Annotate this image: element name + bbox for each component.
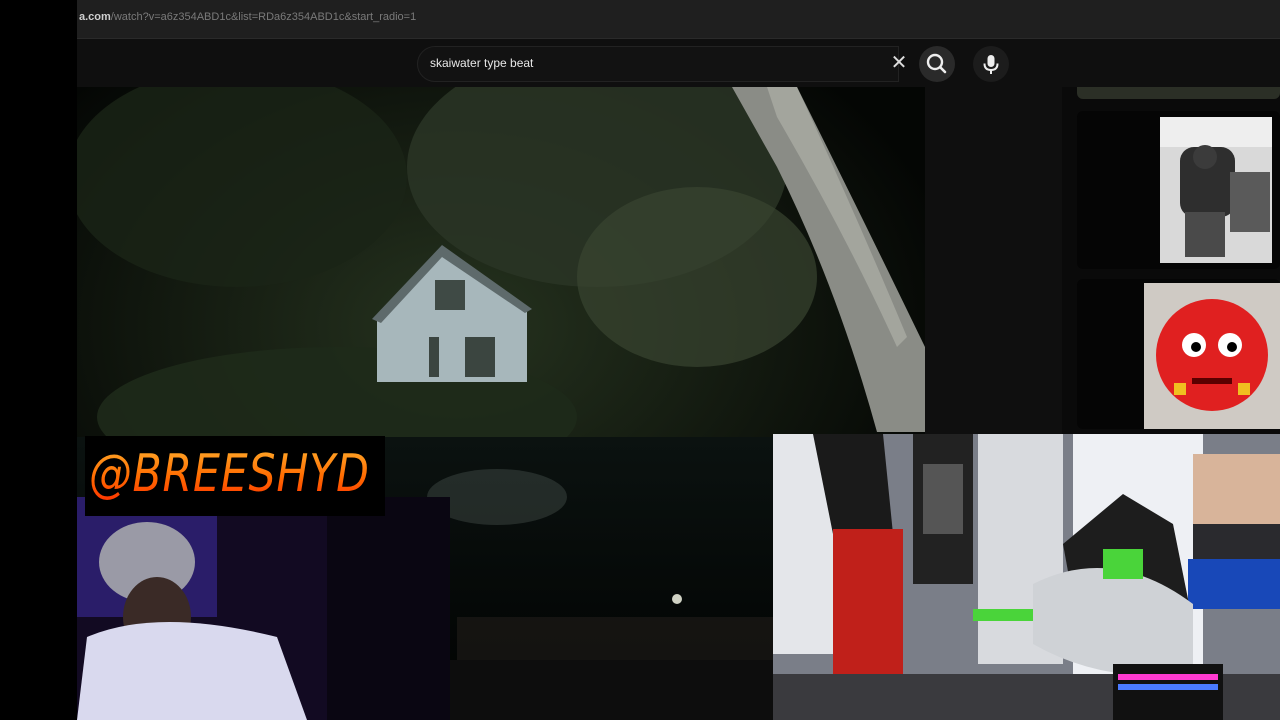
search-icon <box>926 53 947 74</box>
microphone-icon <box>983 55 999 74</box>
webcam-left <box>77 497 450 720</box>
recommendations-panel <box>1062 87 1280 437</box>
webcam-right <box>773 434 1280 720</box>
streamer-handle: @BREESHYD <box>89 444 370 504</box>
search-box[interactable]: skaiwater type beat <box>417 46 899 82</box>
search-button[interactable] <box>919 46 955 82</box>
left-black-bar <box>0 0 77 720</box>
close-icon: ✕ <box>890 52 908 74</box>
thumbnail-image <box>1160 117 1272 263</box>
screen: a.com/watch?v=a6z354ABD1c&list=RDa6z354A… <box>0 0 1280 720</box>
thumbnail-image <box>1144 283 1280 429</box>
recommendation-item[interactable] <box>1077 279 1280 429</box>
webcam-left-image <box>77 497 450 720</box>
webcam-right-image <box>773 434 1280 720</box>
url-path: /watch?v=a6z354ABD1c&list=RDa6z354ABD1c&… <box>110 11 417 23</box>
voice-search-button[interactable] <box>973 46 1009 82</box>
clear-search-button[interactable]: ✕ <box>887 51 911 75</box>
youtube-header: skaiwater type beat ✕ <box>77 39 1280 87</box>
url-domain: a.com <box>79 11 111 23</box>
search-input[interactable]: skaiwater type beat <box>430 56 533 70</box>
streamer-handle-banner: @BREESHYD <box>85 436 385 516</box>
url-text[interactable]: a.com/watch?v=a6z354ABD1c&list=RDa6z354A… <box>79 11 416 23</box>
recommendation-item[interactable] <box>1077 87 1280 99</box>
recommendation-item[interactable] <box>1077 111 1280 269</box>
address-bar[interactable]: a.com/watch?v=a6z354ABD1c&list=RDa6z354A… <box>77 0 1280 39</box>
